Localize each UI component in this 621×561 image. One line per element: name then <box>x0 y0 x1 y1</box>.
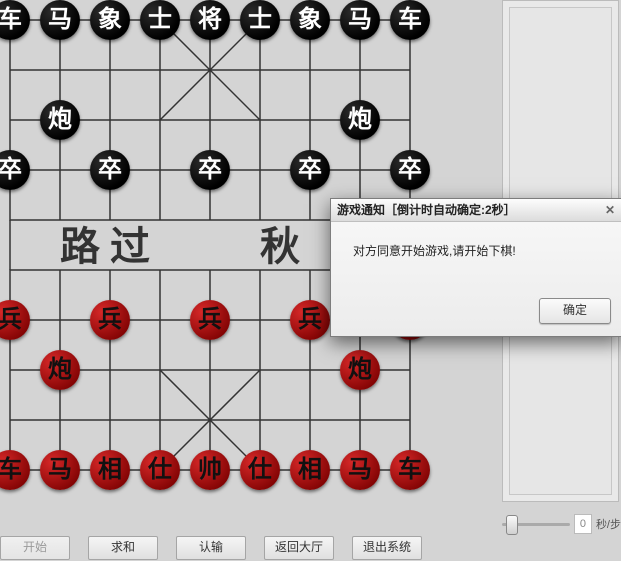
draw-button[interactable]: 求和 <box>88 536 158 560</box>
piece-red-horse[interactable]: 马 <box>340 450 380 490</box>
time-slider-thumb[interactable] <box>506 515 518 535</box>
dialog-title-text: 游戏通知［倒计时自动确定:2秒］ <box>337 199 516 221</box>
piece-black-soldier[interactable]: 卒 <box>90 150 130 190</box>
piece-black-elephant[interactable]: 象 <box>290 0 330 40</box>
time-value: 0 <box>574 514 592 534</box>
piece-black-cannon[interactable]: 炮 <box>340 100 380 140</box>
close-icon[interactable]: ✕ <box>605 199 615 221</box>
notice-dialog: 游戏通知［倒计时自动确定:2秒］ ✕ 对方同意开始游戏,请开始下棋! 确定 <box>330 198 621 337</box>
dialog-titlebar[interactable]: 游戏通知［倒计时自动确定:2秒］ ✕ <box>331 199 621 222</box>
time-control: 0 秒/步 <box>502 512 621 536</box>
piece-red-soldier[interactable]: 兵 <box>190 300 230 340</box>
piece-red-soldier[interactable]: 兵 <box>290 300 330 340</box>
piece-red-horse[interactable]: 马 <box>40 450 80 490</box>
ok-button[interactable]: 确定 <box>539 298 611 324</box>
resign-button[interactable]: 认输 <box>176 536 246 560</box>
piece-black-soldier[interactable]: 卒 <box>390 150 430 190</box>
action-bar: 开始 求和 认输 返回大厅 退出系统 <box>0 536 445 561</box>
piece-black-general[interactable]: 将 <box>190 0 230 40</box>
piece-red-cannon[interactable]: 炮 <box>40 350 80 390</box>
piece-red-advisor[interactable]: 仕 <box>140 450 180 490</box>
piece-red-chariot[interactable]: 车 <box>390 450 430 490</box>
dialog-message: 对方同意开始游戏,请开始下棋! <box>331 222 621 292</box>
piece-black-chariot[interactable]: 车 <box>390 0 430 40</box>
piece-black-advisor[interactable]: 士 <box>240 0 280 40</box>
piece-black-horse[interactable]: 马 <box>340 0 380 40</box>
piece-black-cannon[interactable]: 炮 <box>40 100 80 140</box>
piece-red-elephant[interactable]: 相 <box>290 450 330 490</box>
piece-red-elephant[interactable]: 相 <box>90 450 130 490</box>
time-unit-label: 秒/步 <box>596 516 621 532</box>
lobby-button[interactable]: 返回大厅 <box>264 536 334 560</box>
piece-black-horse[interactable]: 马 <box>40 0 80 40</box>
start-button: 开始 <box>0 536 70 560</box>
piece-red-soldier[interactable]: 兵 <box>90 300 130 340</box>
piece-red-advisor[interactable]: 仕 <box>240 450 280 490</box>
piece-red-cannon[interactable]: 炮 <box>340 350 380 390</box>
piece-black-soldier[interactable]: 卒 <box>290 150 330 190</box>
river-text-right: 秋 <box>260 224 300 269</box>
exit-button[interactable]: 退出系统 <box>352 536 422 560</box>
piece-black-elephant[interactable]: 象 <box>90 0 130 40</box>
piece-red-general[interactable]: 帅 <box>190 450 230 490</box>
time-slider[interactable] <box>502 523 570 526</box>
piece-black-advisor[interactable]: 士 <box>140 0 180 40</box>
piece-black-soldier[interactable]: 卒 <box>190 150 230 190</box>
river-text-left: 路 过 <box>60 224 150 269</box>
